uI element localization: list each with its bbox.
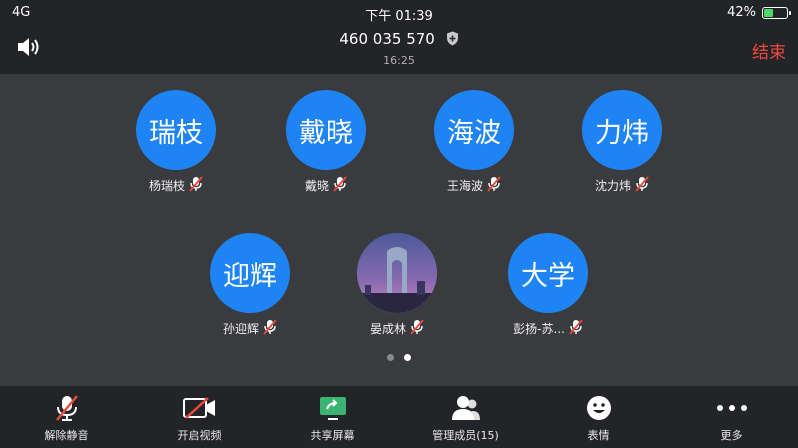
meeting-id-row[interactable]: 460 035 570 (0, 30, 798, 50)
video-off-icon (182, 394, 218, 422)
participant-name: 戴晓 (304, 179, 329, 193)
participant-name-row: 孙迎辉 (175, 319, 325, 338)
avatar: 瑞枝 (136, 90, 216, 170)
page-dot[interactable] (404, 354, 411, 361)
participant-name-row: 晏成林 (322, 319, 472, 338)
participant-name: 孙迎辉 (222, 322, 259, 336)
participant-tile[interactable]: 迎辉孙迎辉 (175, 233, 325, 338)
avatar: 力炜 (582, 90, 662, 170)
share-screen-button[interactable]: 共享屏幕 (266, 386, 399, 448)
more-label: 更多 (720, 429, 743, 442)
mic-muted-icon (487, 176, 501, 195)
page-dot[interactable] (387, 354, 394, 361)
emoji-label: 表情 (587, 429, 610, 442)
members-icon (451, 394, 481, 422)
smiley-icon (586, 394, 612, 422)
participant-tile[interactable]: 力炜沈力炜 (547, 90, 697, 195)
share-screen-label: 共享屏幕 (310, 429, 355, 442)
participant-tile[interactable]: 戴晓 戴晓 (251, 90, 401, 195)
avatar: 大学 (508, 233, 588, 313)
share-screen-icon (318, 394, 348, 422)
shield-icon (446, 31, 459, 50)
end-meeting-button[interactable]: 结束 (752, 38, 786, 63)
manage-members-label: 管理成员(15) (432, 429, 499, 442)
start-video-label: 开启视频 (177, 429, 222, 442)
unmute-button[interactable]: 解除静音 (0, 386, 133, 448)
participant-name-row: 戴晓 (251, 176, 401, 195)
battery-percent: 42% (727, 5, 756, 20)
mic-muted-icon (410, 319, 424, 338)
manage-members-button[interactable]: 管理成员(15) (399, 386, 532, 448)
meeting-header: 460 035 570 16:25 结束 (0, 26, 798, 74)
participant-name: 杨瑞枝 (148, 179, 185, 193)
participant-name-row: 王海波 (399, 176, 549, 195)
emoji-button[interactable]: 表情 (532, 386, 665, 448)
more-dots-icon (716, 394, 748, 422)
page-indicator (0, 354, 798, 361)
clock: 下午 01:39 (365, 9, 433, 24)
participant-tile[interactable]: 海波王海波 (399, 90, 549, 195)
participant-name-row: 彭扬-苏... (473, 319, 623, 338)
participant-name: 王海波 (446, 179, 483, 193)
avatar: 戴晓 (286, 90, 366, 170)
unmute-label: 解除静音 (44, 429, 89, 442)
battery-icon (762, 6, 791, 19)
meeting-id: 460 035 570 (339, 30, 435, 48)
bottom-toolbar: 解除静音 开启视频 共享屏幕 管理成员(15) 表情 更多 (0, 386, 798, 448)
status-bar: 4G 下午 01:39 42% (0, 0, 798, 26)
participant-tile[interactable]: 大学彭扬-苏... (473, 233, 623, 338)
participant-name: 晏成林 (369, 322, 406, 336)
mic-muted-icon (635, 176, 649, 195)
mic-muted-icon (333, 176, 347, 195)
participant-name: 沈力炜 (594, 179, 631, 193)
avatar (357, 233, 437, 313)
participant-tile[interactable]: 瑞枝杨瑞枝 (101, 90, 251, 195)
avatar: 海波 (434, 90, 514, 170)
mic-muted-icon (54, 394, 80, 422)
more-button[interactable]: 更多 (665, 386, 798, 448)
mic-muted-icon (569, 319, 583, 338)
participant-name-row: 杨瑞枝 (101, 176, 251, 195)
battery-fill (764, 8, 773, 17)
start-video-button[interactable]: 开启视频 (133, 386, 266, 448)
participant-name: 彭扬-苏... (513, 322, 565, 336)
avatar: 迎辉 (210, 233, 290, 313)
participant-tile[interactable]: 晏成林 (322, 233, 472, 338)
mic-muted-icon (189, 176, 203, 195)
participant-name-row: 沈力炜 (547, 176, 697, 195)
meeting-duration: 16:25 (383, 54, 415, 67)
mic-muted-icon (263, 319, 277, 338)
battery-indicator: 42% (727, 5, 791, 20)
